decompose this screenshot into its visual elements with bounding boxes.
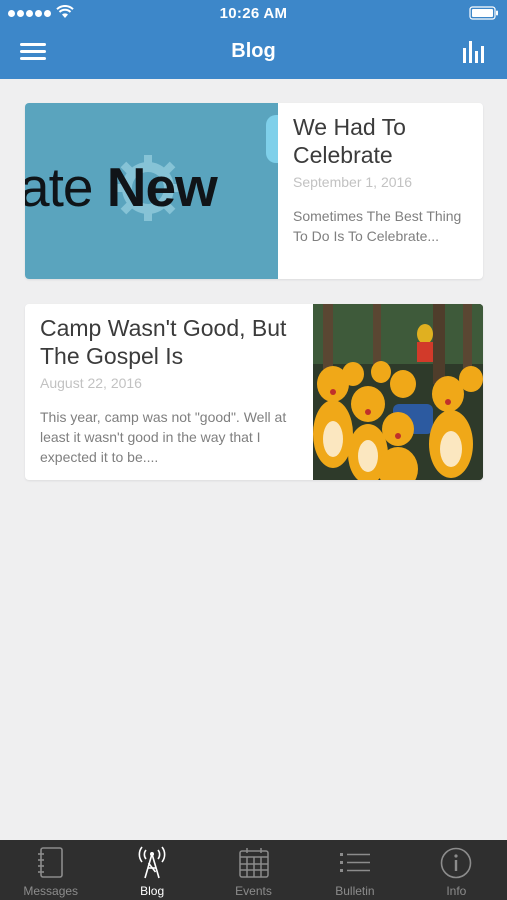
post-title: We Had To Celebrate [293,114,406,168]
tab-label: Info [446,884,467,898]
tab-info[interactable]: Info [406,840,507,900]
notebook-icon [37,847,63,878]
post-text: Camp Wasn't Good, But The Gospel Is Augu… [40,314,315,467]
post-excerpt: This year, camp was not "good". Well at … [40,409,287,465]
page-title: Blog [231,40,276,62]
tab-events[interactable]: Events [203,840,304,900]
post-date: August 22, 2016 [40,375,142,391]
blog-post-card[interactable]: Camp Wasn't Good, But The Gospel Is Augu… [25,304,483,480]
post-excerpt: Sometimes The Best Thing To Do Is To Cel… [293,208,462,244]
info-icon [441,847,472,879]
list-icon [339,853,370,872]
tab-bulletin[interactable]: Bulletin [304,840,405,900]
post-text: We Had To Celebrate September 1, 2016 So… [293,113,478,246]
post-thumbnail: ate New [25,103,278,279]
status-bar: 10:26 AM [0,0,507,28]
post-image-text: ate New [25,156,218,218]
broadcast-tower-icon [138,846,166,879]
battery-icon [469,6,498,20]
tab-label: Bulletin [335,884,375,898]
tab-bar: Messages Blog Events Bulletin Info [0,840,507,900]
image-decoration [266,115,278,163]
tab-messages[interactable]: Messages [0,840,101,900]
post-title: Camp Wasn't Good, But The Gospel Is [40,315,287,369]
post-thumbnail [313,304,483,480]
calendar-icon [238,848,269,878]
costume-group-photo [313,304,483,480]
tab-blog[interactable]: Blog [101,840,202,900]
blog-post-card[interactable]: ate New We Had To Celebrate September 1,… [25,103,483,279]
post-date: September 1, 2016 [293,174,413,190]
status-time: 10:26 AM [219,5,288,22]
tab-label: Events [235,884,272,898]
tab-label: Messages [23,884,79,898]
bar-chart-icon[interactable] [461,38,489,66]
top-bar: 10:26 AM Blog [0,0,507,79]
tab-label: Blog [140,884,165,898]
